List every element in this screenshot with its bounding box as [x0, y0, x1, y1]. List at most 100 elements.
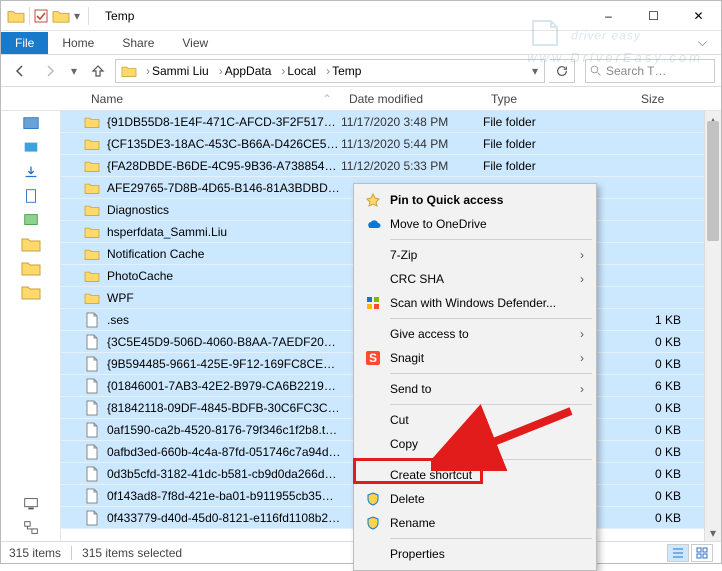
scroll-thumb[interactable] [707, 121, 719, 241]
tab-view[interactable]: View [168, 32, 222, 54]
tab-share[interactable]: Share [108, 32, 168, 54]
details-view-button[interactable] [667, 544, 689, 562]
network-icon[interactable] [21, 519, 41, 537]
ribbon-expand-icon[interactable]: ⌵ [684, 31, 721, 54]
ctx-send-to[interactable]: Send to› [356, 377, 594, 401]
pictures-icon[interactable] [21, 211, 41, 229]
folder-icon [83, 269, 101, 283]
status-selected-count: 315 items selected [82, 546, 182, 560]
thispc-icon[interactable] [21, 495, 41, 513]
context-menu: Pin to Quick access Move to OneDrive 7-Z… [353, 183, 597, 571]
file-size: 6 KB [633, 379, 693, 393]
file-icon [83, 488, 101, 504]
vertical-scrollbar[interactable]: ▴ ▾ [704, 111, 721, 541]
table-row[interactable]: {91DB55D8-1E4F-471C-AFCD-3F2F517B2…11/17… [61, 111, 721, 133]
folder-icon[interactable] [21, 235, 41, 253]
folder-icon [83, 181, 101, 195]
downloads-icon[interactable] [21, 163, 41, 181]
file-name: {01846001-7AB3-42E2-B979-CA6B221908… [101, 379, 341, 393]
refresh-button[interactable] [549, 59, 575, 83]
crumb-segment[interactable]: Sammi Liu [152, 64, 209, 78]
file-name: 0af1590-ca2b-4520-8176-79f346c1f2b8.t… [101, 423, 341, 437]
ctx-separator [390, 373, 592, 374]
ctx-snagit[interactable]: S Snagit› [356, 346, 594, 370]
ctx-defender[interactable]: Scan with Windows Defender... [356, 291, 594, 315]
status-item-count: 315 items [9, 546, 61, 560]
column-size[interactable]: Size [633, 87, 701, 111]
address-dropdown-icon[interactable]: ▾ [528, 64, 542, 78]
breadcrumb[interactable]: ›Sammi Liu ›AppData ›Local ›Temp ▾ [115, 59, 545, 83]
folder-icon [83, 225, 101, 239]
ctx-delete[interactable]: Delete [356, 487, 594, 511]
file-name: PhotoCache [101, 269, 341, 283]
tab-home[interactable]: Home [48, 32, 108, 54]
chevron-right-icon: › [580, 351, 584, 365]
onedrive-icon [364, 218, 382, 230]
ctx-give-access[interactable]: Give access to› [356, 322, 594, 346]
snagit-icon: S [364, 351, 382, 365]
file-icon [83, 356, 101, 372]
file-name: {91DB55D8-1E4F-471C-AFCD-3F2F517B2… [101, 115, 341, 129]
search-input[interactable]: Search T… [585, 59, 715, 83]
maximize-button[interactable]: ☐ [631, 1, 676, 31]
folder-icon [83, 247, 101, 261]
up-button[interactable] [85, 59, 111, 83]
ctx-pin-quick-access[interactable]: Pin to Quick access [356, 188, 594, 212]
icons-view-button[interactable] [691, 544, 713, 562]
ctx-copy[interactable]: Copy [356, 432, 594, 456]
file-date: 11/12/2020 5:33 PM [341, 159, 483, 173]
crumb-segment[interactable]: Local [287, 64, 316, 78]
file-size: 0 KB [633, 489, 693, 503]
ctx-crcsha[interactable]: CRC SHA› [356, 267, 594, 291]
shield-icon [364, 492, 382, 506]
file-date: 11/13/2020 5:44 PM [341, 137, 483, 151]
ctx-7zip[interactable]: 7-Zip› [356, 243, 594, 267]
folder-icon[interactable] [21, 283, 41, 301]
qat-separator [88, 7, 89, 25]
table-row[interactable]: {CF135DE3-18AC-453C-B66A-D426CE52E…11/13… [61, 133, 721, 155]
svg-text:S: S [369, 351, 377, 365]
ctx-properties[interactable]: Properties [356, 542, 594, 566]
desktop-icon[interactable] [21, 139, 41, 157]
window-title: Temp [99, 9, 586, 23]
recent-dropdown-icon[interactable]: ▾ [67, 59, 81, 83]
file-size: 0 KB [633, 445, 693, 459]
folder-icon[interactable] [21, 259, 41, 277]
folder-icon [83, 137, 101, 151]
minimize-button[interactable]: – [586, 1, 631, 31]
file-name: 0f433779-d40d-45d0-8121-e116fd1108b2… [101, 511, 341, 525]
ctx-cut[interactable]: Cut [356, 408, 594, 432]
close-button[interactable]: ✕ [676, 1, 721, 31]
scroll-down-icon[interactable]: ▾ [705, 524, 721, 541]
documents-icon[interactable] [21, 187, 41, 205]
quickaccess-icon[interactable] [21, 115, 41, 133]
ctx-separator [390, 404, 592, 405]
file-name: {CF135DE3-18AC-453C-B66A-D426CE52E… [101, 137, 341, 151]
column-name[interactable]: Name⌃ [83, 87, 341, 111]
ctx-move-onedrive[interactable]: Move to OneDrive [356, 212, 594, 236]
file-icon [83, 334, 101, 350]
crumb-segment[interactable]: Temp [332, 64, 361, 78]
chevron-right-icon: › [580, 272, 584, 286]
file-name: WPF [101, 291, 341, 305]
forward-button[interactable] [37, 59, 63, 83]
folder-icon [83, 115, 101, 129]
file-name: 0d3b5cfd-3182-41dc-b581-cb9d0da266d… [101, 467, 341, 481]
crumb-segment[interactable]: AppData [225, 64, 272, 78]
file-name: {3C5E45D9-506D-4060-B8AA-7AEDF206B… [101, 335, 341, 349]
column-type[interactable]: Type [483, 87, 633, 111]
tab-file[interactable]: File [1, 32, 48, 54]
qat-overflow-icon[interactable]: ▾ [74, 9, 80, 23]
file-size: 0 KB [633, 423, 693, 437]
column-date[interactable]: Date modified [341, 87, 483, 111]
file-size: 0 KB [633, 511, 693, 525]
back-button[interactable] [7, 59, 33, 83]
file-name: 0f143ad8-7f8d-421e-ba01-b911955cb35… [101, 489, 341, 503]
column-headers: Name⌃ Date modified Type Size [1, 87, 721, 111]
checkbox-icon[interactable] [34, 9, 48, 23]
file-icon [83, 400, 101, 416]
ctx-rename[interactable]: Rename [356, 511, 594, 535]
table-row[interactable]: {FA28DBDE-B6DE-4C95-9B36-A73885486…11/12… [61, 155, 721, 177]
file-icon [83, 466, 101, 482]
file-icon [83, 444, 101, 460]
